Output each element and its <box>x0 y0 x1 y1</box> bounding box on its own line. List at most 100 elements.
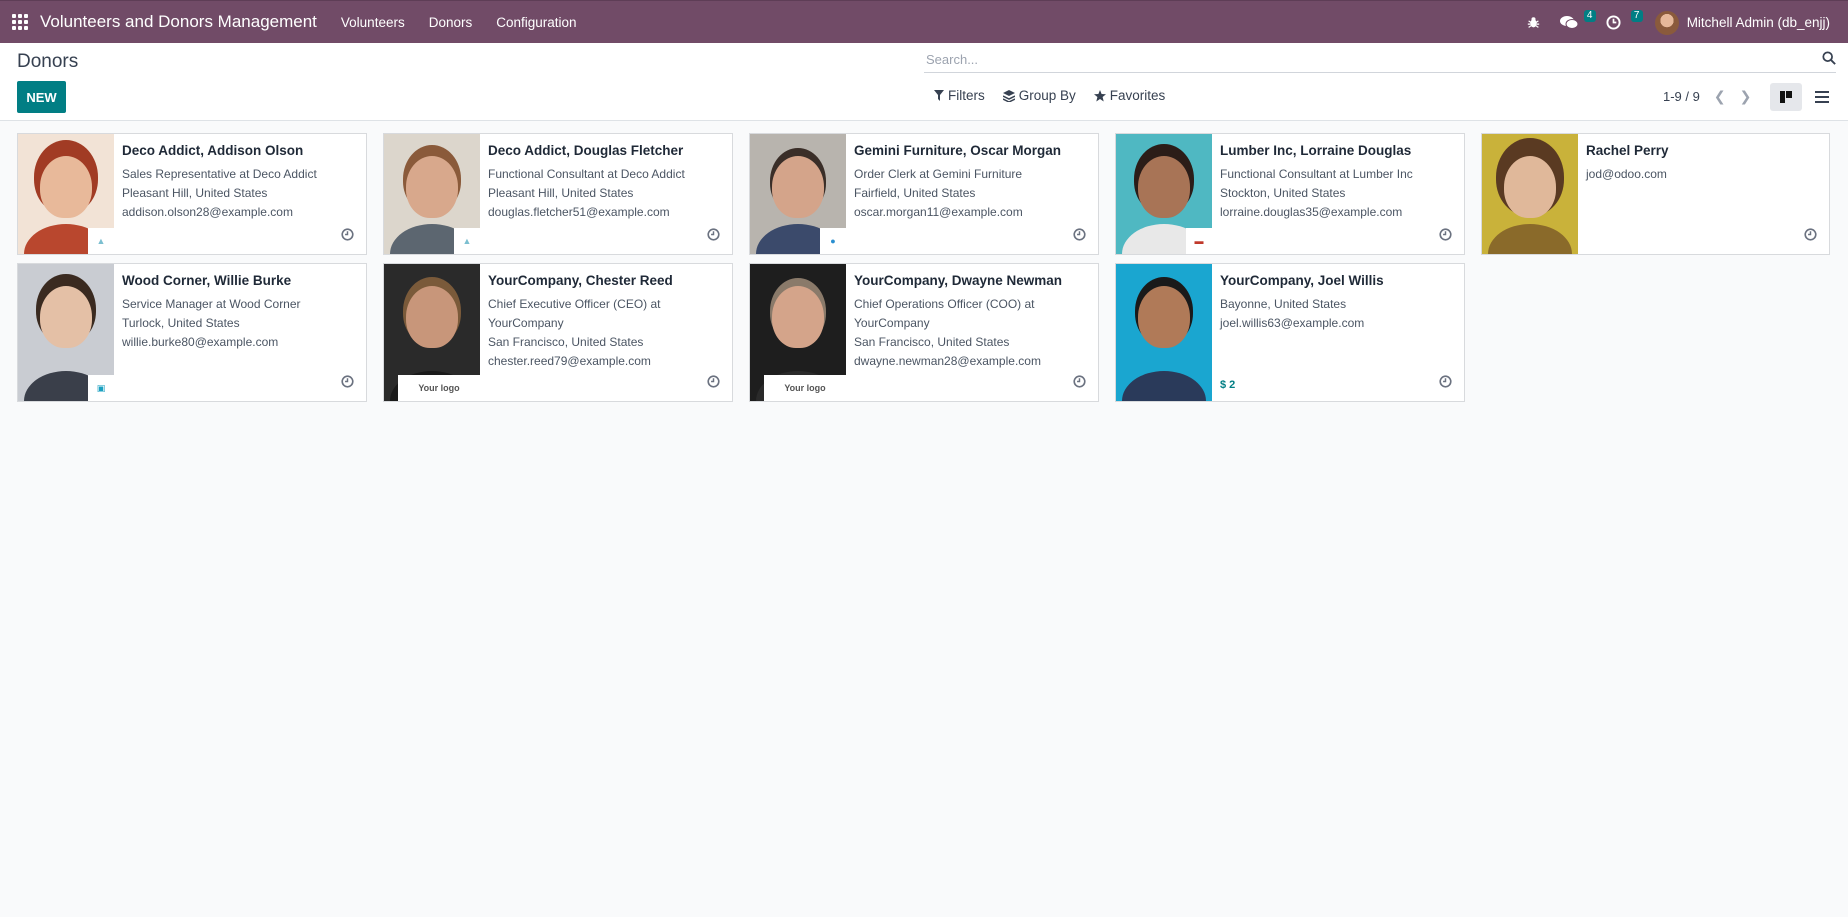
activity-clock-icon[interactable] <box>1073 228 1086 244</box>
card-job-company: YourCompany <box>854 316 930 330</box>
company-logo-text: Your logo <box>784 383 826 393</box>
menu-volunteers[interactable]: Volunteers <box>329 15 417 30</box>
card-location: Stockton, United States <box>1220 186 1346 200</box>
card-email: joel.willis63@example.com <box>1220 316 1365 330</box>
card-location: Bayonne, United States <box>1220 297 1347 311</box>
kanban-view-icon[interactable] <box>1770 83 1802 111</box>
pager-previous-icon[interactable]: ❮ <box>1714 88 1726 105</box>
card-location: Fairfield, United States <box>854 186 976 200</box>
pager-value[interactable]: 1-9 / 9 <box>1663 89 1700 104</box>
user-menu[interactable]: Mitchell Admin (db_enjj) <box>1643 1 1848 44</box>
card-title: Lumber Inc, Lorraine Douglas <box>1220 143 1412 158</box>
activity-clock-icon[interactable] <box>1439 228 1452 244</box>
company-logo: ▬ <box>1186 228 1212 254</box>
kanban-card[interactable]: Your logo YourCompany, Chester Reed Chie… <box>383 263 733 402</box>
layers-icon <box>1002 89 1015 102</box>
contact-photo: Your logo <box>750 264 846 401</box>
card-title: Deco Addict, Addison Olson <box>122 143 304 158</box>
card-job-company: YourCompany <box>488 316 564 330</box>
kanban-card[interactable]: YourCompany, Joel Willis Bayonne, United… <box>1115 263 1465 402</box>
apps-menu-icon[interactable] <box>0 1 40 44</box>
kanban-card[interactable]: ▣ Wood Corner, Willie Burke Service Mana… <box>17 263 367 402</box>
card-location: Turlock, United States <box>122 316 240 330</box>
donation-amount: $ 2 <box>1220 379 1236 391</box>
card-job: Sales Representative at Deco Addict <box>122 167 317 181</box>
contact-photo: ▬ <box>1116 134 1212 254</box>
card-job: Functional Consultant at Deco Addict <box>488 167 685 181</box>
favorites-toggle[interactable]: Favorites <box>1093 88 1166 103</box>
card-title: Deco Addict, Douglas Fletcher <box>488 143 684 158</box>
kanban-card[interactable]: ▬ Lumber Inc, Lorraine Douglas Functiona… <box>1115 133 1465 255</box>
activity-clock-icon[interactable] <box>341 375 354 391</box>
contact-photo <box>1482 134 1578 254</box>
activities-clock-icon[interactable]: 7 <box>1596 1 1643 44</box>
card-job: Chief Executive Officer (CEO) at <box>488 297 661 311</box>
kanban-card[interactable]: Rachel Perry jod@odoo.com <box>1481 133 1830 255</box>
kanban-card[interactable]: ▲ Deco Addict, Douglas Fletcher Function… <box>383 133 733 255</box>
contact-photo: ▲ <box>384 134 480 254</box>
kanban-card[interactable]: ▲ Deco Addict, Addison Olson Sales Repre… <box>17 133 367 255</box>
card-email: addison.olson28@example.com <box>122 205 293 219</box>
company-logo-text: Your logo <box>418 383 460 393</box>
card-title: Gemini Furniture, Oscar Morgan <box>854 143 1062 158</box>
activity-clock-icon[interactable] <box>341 228 354 244</box>
activity-clock-icon[interactable] <box>1439 375 1452 391</box>
menu-donors[interactable]: Donors <box>417 15 485 30</box>
activity-clock-icon[interactable] <box>1804 228 1817 244</box>
card-email: lorraine.douglas35@example.com <box>1220 205 1403 219</box>
card-title: YourCompany, Dwayne Newman <box>854 273 1063 288</box>
card-email: chester.reed79@example.com <box>488 354 651 368</box>
card-title: Rachel Perry <box>1586 143 1669 158</box>
list-view-icon[interactable] <box>1806 83 1838 111</box>
messages-count-badge: 4 <box>1583 10 1596 22</box>
filters-toggle[interactable]: Filters <box>934 88 985 103</box>
top-navbar: Volunteers and Donors Management Volunte… <box>0 0 1848 43</box>
company-logo: Your logo <box>764 375 846 401</box>
card-email: willie.burke80@example.com <box>122 335 279 349</box>
kanban-card[interactable]: ● Gemini Furniture, Oscar Morgan Order C… <box>749 133 1099 255</box>
favorites-label: Favorites <box>1109 88 1166 103</box>
search-input[interactable] <box>924 47 1784 71</box>
pager-next-icon[interactable]: ❯ <box>1740 88 1752 105</box>
contact-photo: ● <box>750 134 846 254</box>
page-title: Donors <box>17 51 79 72</box>
company-logo: ▣ <box>88 375 114 401</box>
pager: 1-9 / 9 ❮ ❯ <box>1663 88 1751 105</box>
card-job: Order Clerk at Gemini Furniture <box>854 167 1023 181</box>
activity-clock-icon[interactable] <box>707 228 720 244</box>
card-email: jod@odoo.com <box>1586 167 1667 181</box>
debug-bug-icon[interactable] <box>1517 1 1550 44</box>
control-panel: Donors NEW Filters Group By Favorites 1-… <box>0 43 1848 121</box>
card-location: San Francisco, United States <box>854 335 1010 349</box>
contact-photo: ▣ <box>18 264 114 401</box>
card-email: oscar.morgan11@example.com <box>854 205 1023 219</box>
card-location: San Francisco, United States <box>488 335 644 349</box>
company-logo: ▲ <box>454 228 480 254</box>
search-icon[interactable] <box>1822 51 1836 68</box>
card-location: Pleasant Hill, United States <box>122 186 268 200</box>
contact-photo <box>1116 264 1212 401</box>
groupby-label: Group By <box>1018 88 1076 103</box>
user-name: Mitchell Admin (db_enjj) <box>1686 15 1830 30</box>
card-location: Pleasant Hill, United States <box>488 186 634 200</box>
card-job: Service Manager at Wood Corner <box>122 297 301 311</box>
card-job: Chief Operations Officer (COO) at <box>854 297 1035 311</box>
card-email: douglas.fletcher51@example.com <box>488 205 670 219</box>
view-switcher <box>1770 83 1838 111</box>
new-button[interactable]: NEW <box>17 81 66 113</box>
activity-clock-icon[interactable] <box>707 375 720 391</box>
filters-label: Filters <box>948 88 985 103</box>
activities-count-badge: 7 <box>1630 10 1643 22</box>
search-bar <box>924 47 1836 73</box>
company-logo: ▲ <box>88 228 114 254</box>
card-title: YourCompany, Joel Willis <box>1220 273 1384 288</box>
user-avatar <box>1654 10 1679 35</box>
card-title: YourCompany, Chester Reed <box>488 273 673 288</box>
kanban-card[interactable]: Your logo YourCompany, Dwayne Newman Chi… <box>749 263 1099 402</box>
activity-clock-icon[interactable] <box>1073 375 1086 391</box>
contact-photo: Your logo <box>384 264 480 401</box>
menu-configuration[interactable]: Configuration <box>484 15 588 30</box>
app-title[interactable]: Volunteers and Donors Management <box>40 12 317 32</box>
groupby-toggle[interactable]: Group By <box>1002 88 1076 103</box>
messages-icon[interactable]: 4 <box>1550 1 1596 44</box>
